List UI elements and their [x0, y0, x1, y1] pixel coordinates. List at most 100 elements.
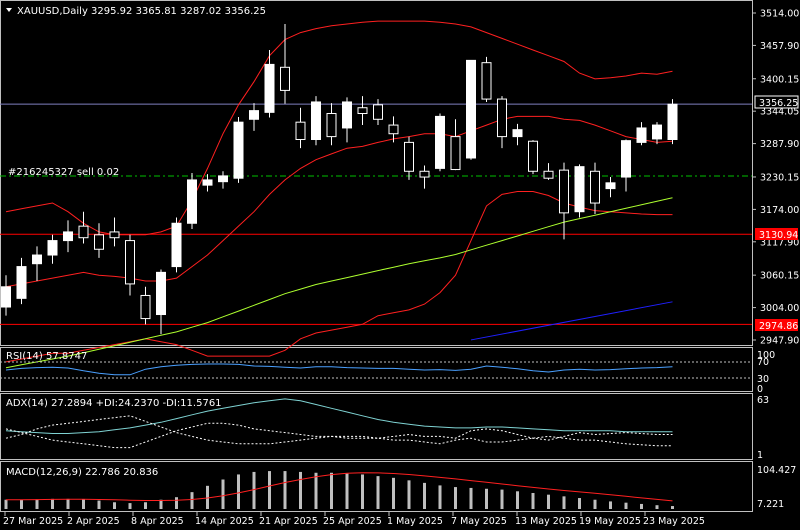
- price-tick-label: 3514.00: [760, 9, 799, 20]
- candle: [78, 225, 89, 239]
- rsi-label: RSI(14) 57.8747: [6, 351, 87, 362]
- macd-histogram-bar: [516, 491, 519, 509]
- macd-axis-bottom: 7.221: [757, 499, 784, 510]
- candle: [497, 98, 507, 138]
- macd-histogram-bar: [128, 503, 132, 509]
- macd-histogram-bar: [593, 499, 597, 509]
- trading-chart[interactable]: XAUUSD,Daily 3295.92 3365.81 3287.02 335…: [0, 0, 800, 530]
- candle: [559, 169, 569, 214]
- rsi-panel-frame[interactable]: [0, 347, 753, 392]
- bollinger-lower-line: [5, 191, 673, 363]
- macd-histogram-bar: [175, 497, 178, 509]
- time-tick-label: 21 Apr 2025: [259, 516, 318, 527]
- time-tick-label: 14 Apr 2025: [195, 516, 254, 527]
- price-tick-label: 3400.15: [760, 74, 799, 85]
- candle: [435, 115, 445, 169]
- macd-histogram-bar: [671, 506, 674, 509]
- candle: [63, 231, 73, 242]
- macd-label: MACD(12,26,9) 22.786 20.836: [6, 467, 158, 478]
- macd-histogram-bar: [423, 482, 426, 509]
- candle: [605, 182, 616, 190]
- candle: [342, 101, 352, 129]
- rsi-axis-0: 0: [757, 384, 763, 395]
- candle: [528, 140, 538, 172]
- candle: [326, 113, 337, 138]
- time-tick-label: 25 Apr 2025: [323, 516, 382, 527]
- adx-label: ADX(14) 27.2894 +DI:24.2370 -DI:11.5761: [6, 398, 222, 409]
- macd-histogram-bar: [454, 487, 457, 509]
- macd-histogram-bar: [221, 479, 225, 509]
- candle: [156, 271, 166, 316]
- time-tick-label: 27 Mar 2025: [3, 516, 63, 527]
- candle: [218, 175, 228, 183]
- time-tick-label: 13 May 2025: [515, 516, 577, 527]
- price-tick-label: 3004.00: [760, 303, 799, 314]
- price-tick-label: 2947.90: [760, 336, 799, 347]
- candle: [419, 170, 430, 178]
- macd-histogram-bar: [655, 505, 659, 509]
- time-tick-label: 19 May 2025: [579, 516, 641, 527]
- time-tick-label: 2 Apr 2025: [67, 516, 120, 527]
- candle: [125, 240, 135, 285]
- candle: [590, 170, 600, 204]
- time-tick-label: 8 Apr 2025: [131, 516, 184, 527]
- macd-histogram-bar: [361, 474, 364, 509]
- macd-histogram-bar: [51, 498, 54, 509]
- candle: [264, 63, 275, 113]
- macd-histogram-bar: [609, 501, 612, 509]
- candle: [94, 234, 104, 250]
- macd-histogram-bar: [20, 499, 23, 509]
- candle: [47, 240, 58, 256]
- candle: [450, 136, 461, 171]
- time-tick-label: 1 May 2025: [387, 516, 443, 527]
- rsi-axis-70: 70: [757, 357, 769, 368]
- order-label: #216245327 sell 0.02: [8, 167, 119, 178]
- price-tick-label: 3287.90: [760, 139, 799, 150]
- macd-histogram-bar: [392, 477, 395, 509]
- macd-histogram-bar: [562, 496, 566, 509]
- macd-histogram-bar: [283, 471, 287, 509]
- macd-axis-top: 104.427: [757, 465, 796, 476]
- macd-histogram-bar: [624, 502, 628, 509]
- macd-histogram-bar: [531, 492, 535, 509]
- candle: [233, 121, 244, 179]
- macd-histogram-bar: [640, 503, 643, 509]
- symbol-dropdown-icon[interactable]: [6, 8, 12, 12]
- candle: [280, 66, 290, 91]
- candle: [171, 222, 182, 268]
- candle: [357, 107, 368, 115]
- bollinger-middle-line: [5, 115, 673, 288]
- macd-histogram-bar: [4, 499, 8, 509]
- candle: [32, 254, 42, 265]
- red-line-2-label: 2974.86: [759, 321, 798, 332]
- time-tick-label: 23 May 2025: [643, 516, 705, 527]
- adx-axis-top: 63: [757, 395, 769, 406]
- macd-histogram-bar: [438, 485, 442, 509]
- macd-histogram-bar: [237, 474, 240, 509]
- candle: [202, 179, 213, 186]
- slow-moving-average-line: [470, 301, 673, 341]
- candle: [1, 286, 11, 308]
- red-line-1-label: 3130.94: [759, 230, 798, 241]
- price-tick-label: 3060.15: [760, 271, 799, 282]
- macd-histogram-bar: [299, 471, 302, 509]
- macd-histogram-bar: [407, 480, 411, 509]
- macd-histogram-bar: [345, 473, 349, 509]
- moving-average-line: [5, 197, 673, 369]
- adx-axis-bottom: 1: [757, 450, 763, 461]
- price-tick-label: 3457.90: [760, 41, 799, 52]
- macd-histogram-bar: [252, 471, 256, 509]
- macd-histogram-bar: [190, 492, 194, 509]
- candle: [404, 141, 414, 172]
- candle: [311, 101, 321, 141]
- candle: [652, 124, 662, 140]
- candle: [295, 121, 306, 141]
- macd-histogram-bar: [500, 489, 504, 509]
- symbol-header: XAUUSD,Daily 3295.92 3365.81 3287.02 335…: [17, 6, 266, 17]
- macd-histogram-bar: [268, 471, 271, 509]
- candle: [249, 110, 259, 120]
- macd-histogram-bar: [376, 476, 380, 509]
- candle: [667, 103, 678, 141]
- price-tick-label: 3230.15: [760, 172, 799, 183]
- candle: [621, 140, 631, 178]
